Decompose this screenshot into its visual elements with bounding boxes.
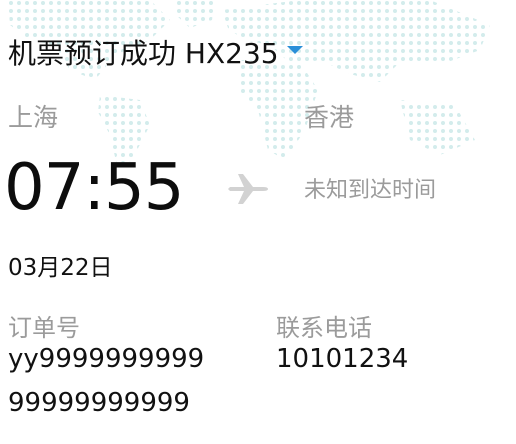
booking-title: 机票预订成功 HX235	[8, 37, 279, 70]
contact-phone-number[interactable]: 10101234	[276, 344, 408, 374]
flight-date: 03月22日	[8, 255, 113, 281]
flight-booking-card: 机票预订成功 HX235 上海 香港 07:55 未知到达时间 03月22日 订…	[0, 0, 516, 444]
arrival-time: 未知到达时间	[304, 178, 437, 203]
airplane-icon	[228, 174, 268, 204]
order-number-label: 订单号	[8, 314, 80, 342]
arrival-city: 香港	[304, 103, 355, 132]
chevron-down-icon[interactable]	[286, 46, 303, 54]
departure-time: 07:55	[4, 151, 184, 225]
contact-phone-label: 联系电话	[276, 314, 372, 342]
departure-city: 上海	[8, 103, 59, 132]
order-number-line-2: 99999999999	[8, 388, 190, 418]
booking-content: 机票预订成功 HX235 上海 香港 07:55 未知到达时间 03月22日 订…	[0, 0, 516, 444]
booking-title-row[interactable]: 机票预订成功 HX235	[8, 30, 303, 74]
order-number-line-1: yy9999999999	[8, 344, 205, 374]
